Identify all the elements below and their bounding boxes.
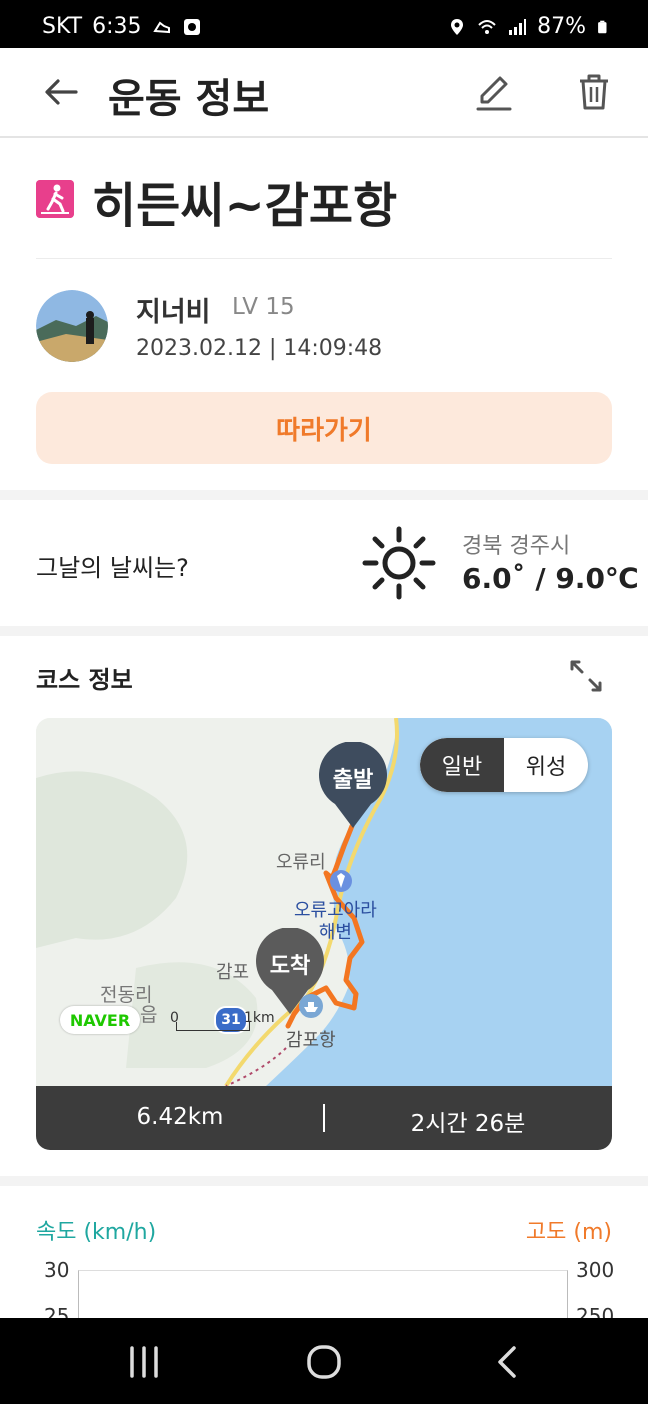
naver-logo: NAVER xyxy=(60,1006,140,1034)
activity-name: 히든씨~감포항 xyxy=(92,178,398,234)
map-type-normal[interactable]: 일반 xyxy=(420,738,504,792)
map-type-satellite[interactable]: 위성 xyxy=(504,738,588,792)
section-divider xyxy=(0,490,648,500)
pencil-icon[interactable] xyxy=(472,70,516,114)
start-pin-label: 출발 xyxy=(332,768,374,793)
speed-axis-label: 속도 (km/h) xyxy=(36,1220,157,1245)
course-summary: 6.42km 2시간 26분 xyxy=(36,1086,612,1150)
app-notification-icon xyxy=(183,18,200,35)
activity-datetime: 2023.02.12 | 14:09:48 xyxy=(136,336,383,361)
scale-bar xyxy=(176,1022,250,1031)
section-divider xyxy=(0,1176,648,1186)
end-pin-label: 도착 xyxy=(269,954,311,979)
system-nav-bar xyxy=(0,1318,648,1404)
weather-question: 그날의 날씨는? xyxy=(36,554,189,582)
app-bar: 운동 정보 xyxy=(0,48,648,138)
altitude-tick: 300 xyxy=(576,1258,615,1282)
map-type-toggle[interactable]: 일반 위성 xyxy=(420,738,588,792)
activity-header: 히든씨~감포항 xyxy=(36,160,612,259)
avatar[interactable] xyxy=(36,290,108,362)
expand-icon[interactable] xyxy=(568,658,604,694)
sun-icon xyxy=(362,526,436,600)
user-name: 지너비 xyxy=(136,297,211,328)
speed-tick: 30 xyxy=(44,1258,70,1282)
course-duration: 2시간 26분 xyxy=(410,1111,526,1137)
carrier-label: SKT xyxy=(42,14,83,39)
weather-location: 경북 경주시 xyxy=(462,534,571,559)
map-label-gampo: 감포 xyxy=(216,962,250,983)
trash-icon[interactable] xyxy=(572,70,616,114)
home-icon[interactable] xyxy=(304,1342,344,1382)
weather-temperature: 6.0˚ / 9.0℃ xyxy=(462,562,639,595)
shoe-icon xyxy=(152,21,170,33)
back-arrow-icon[interactable] xyxy=(40,70,84,114)
map-poi-icon xyxy=(330,870,352,892)
location-icon xyxy=(451,18,464,35)
nav-back-icon[interactable] xyxy=(488,1342,528,1382)
course-distance: 6.42km xyxy=(136,1104,224,1130)
start-pin: 출발 xyxy=(317,742,389,830)
user-info: 지너비 LV 15 2023.02.12 | 14:09:48 xyxy=(36,288,612,368)
map-label-eup: 읍 xyxy=(140,1004,158,1026)
map-label-oryu: 오류리 xyxy=(276,852,326,873)
section-divider xyxy=(0,626,648,636)
battery-icon xyxy=(598,20,607,33)
clock: 6:35 xyxy=(92,14,142,39)
recent-apps-icon[interactable] xyxy=(124,1342,164,1382)
course-title: 코스 정보 xyxy=(36,666,133,694)
wifi-icon xyxy=(478,19,496,34)
speed-altitude-chart xyxy=(78,1270,568,1321)
battery-percent: 87% xyxy=(537,14,586,39)
walking-icon xyxy=(36,180,74,218)
course-map[interactable]: 오류리 오류고아라 해변 감포 전동리 읍 감포항 31 0 1km NAVER… xyxy=(36,718,612,1150)
page-title: 운동 정보 xyxy=(108,76,270,122)
user-level: LV 15 xyxy=(232,294,295,320)
follow-button[interactable]: 따라가기 xyxy=(36,392,612,464)
altitude-axis-label: 고도 (m) xyxy=(525,1220,612,1245)
signal-icon xyxy=(509,18,527,35)
end-pin: 도착 xyxy=(254,928,326,1016)
weather-section: 그날의 날씨는? 경북 경주시 6.0˚ / 9.0℃ xyxy=(0,500,648,626)
map-label-port: 감포항 xyxy=(286,1030,336,1051)
